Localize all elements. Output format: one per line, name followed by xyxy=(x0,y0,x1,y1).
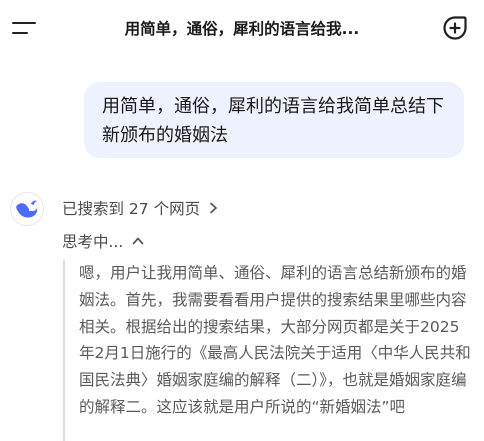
thinking-toggle[interactable]: 思考中... xyxy=(62,229,145,253)
chat-screen: 用简单，通俗，犀利的语言给我... 用简单，通俗，犀利的语言给我简单总结下新颁布… xyxy=(0,0,484,441)
chevron-right-icon xyxy=(210,202,217,214)
whale-logo-icon xyxy=(10,192,44,226)
chevron-up-icon xyxy=(132,237,144,245)
search-results-toggle[interactable]: 已搜索到 27 个网页 xyxy=(62,196,220,220)
thinking-content: 嗯，用户让我用简单、通俗、犀利的语言总结新颁布的婚姻法。首先，我需要看看用户提供… xyxy=(63,260,473,441)
page-title: 用简单，通俗，犀利的语言给我... xyxy=(124,20,360,38)
search-status-text: 已搜索到 27 个网页 xyxy=(62,200,201,218)
user-message-bubble: 用简单，通俗，犀利的语言给我简单总结下新颁布的婚姻法 xyxy=(84,82,464,158)
header: 用简单，通俗，犀利的语言给我... xyxy=(0,0,484,58)
plus-circle-icon[interactable] xyxy=(442,15,468,41)
menu-icon[interactable] xyxy=(10,16,40,42)
user-message-text: 用简单，通俗，犀利的语言给我简单总结下新颁布的婚姻法 xyxy=(102,96,444,146)
thinking-label: 思考中... xyxy=(62,233,124,251)
thinking-text: 嗯，用户让我用简单、通俗、犀利的语言总结新颁布的婚姻法。首先，我需要看看用户提供… xyxy=(79,264,471,416)
